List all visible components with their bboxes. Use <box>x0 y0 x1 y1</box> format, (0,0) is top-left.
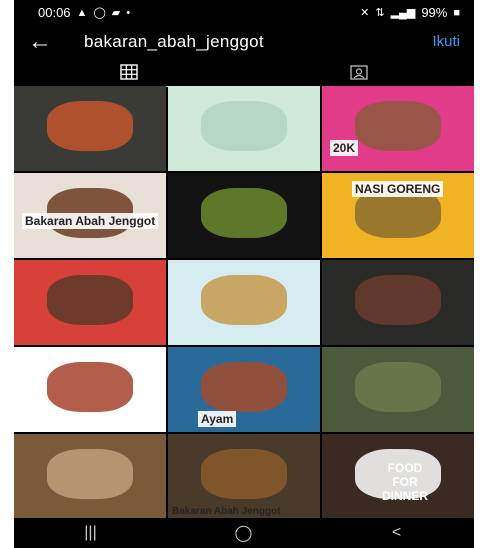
follow-button[interactable]: Ikuti <box>432 26 460 58</box>
message-icon: ▰ <box>111 7 121 19</box>
back-button[interactable]: < <box>320 518 473 548</box>
mute-icon: ✕ <box>360 7 370 19</box>
food-image <box>201 275 287 325</box>
profile-username: bakaran_abah_jenggot <box>84 32 264 51</box>
post-caption: FOOD FOR DINNER <box>381 461 428 503</box>
post-caption: Bakaran Abah Jenggot <box>22 213 159 229</box>
recents-icon: ||| <box>84 524 97 541</box>
phone-screen: 00:06 ▲ ◯ ▰ • ✕ ⇅ ▂▄▆ 99% ■ ← bakaran_ab… <box>14 0 474 548</box>
food-image <box>47 101 133 151</box>
post-thumbnail[interactable] <box>14 434 166 518</box>
post-thumbnail[interactable] <box>322 347 474 432</box>
food-image <box>201 362 287 412</box>
food-image <box>201 188 287 238</box>
post-thumbnail[interactable] <box>168 260 320 345</box>
food-image <box>47 449 133 499</box>
post-thumbnail[interactable]: Ayam <box>168 347 320 432</box>
whatsapp-icon: ◯ <box>93 7 106 19</box>
post-thumbnail[interactable]: FOOD FOR DINNER <box>322 434 474 518</box>
post-caption: NASI GORENG <box>352 181 444 197</box>
app-bar: ← bakaran_abah_jenggot Ikuti <box>14 26 474 58</box>
battery-icon: ■ <box>453 6 460 19</box>
status-bar: 00:06 ▲ ◯ ▰ • ✕ ⇅ ▂▄▆ 99% ■ <box>14 0 474 26</box>
tab-grid[interactable] <box>14 58 244 87</box>
post-thumbnail[interactable]: NASI GORENG <box>322 173 474 258</box>
post-thumbnail[interactable]: 20K <box>322 86 474 171</box>
post-caption: 20K <box>330 140 359 156</box>
post-thumbnail[interactable] <box>14 347 166 432</box>
warning-icon: ▲ <box>76 6 88 19</box>
food-image <box>47 362 133 412</box>
profile-tabs <box>14 58 474 87</box>
food-image <box>47 275 133 325</box>
food-image <box>355 275 441 325</box>
clock: 00:06 <box>38 5 71 20</box>
data-icon: ⇅ <box>375 7 385 19</box>
post-thumbnail[interactable] <box>322 260 474 345</box>
status-left: 00:06 ▲ ◯ ▰ • <box>38 5 130 20</box>
tab-tagged[interactable] <box>244 58 474 86</box>
food-image <box>201 101 287 151</box>
home-icon: ◯ <box>234 525 253 542</box>
home-button[interactable]: ◯ <box>167 518 320 548</box>
post-caption: Ayam <box>198 411 237 427</box>
post-thumbnail[interactable] <box>14 86 166 171</box>
post-thumbnail[interactable] <box>14 260 166 345</box>
recents-button[interactable]: ||| <box>14 518 167 548</box>
post-thumbnail[interactable]: Bakaran Abah Jenggot <box>14 173 166 258</box>
post-thumbnail[interactable] <box>168 86 320 171</box>
signal-icon: ▂▄▆ <box>390 7 416 19</box>
status-right: ✕ ⇅ ▂▄▆ 99% ■ <box>360 5 460 20</box>
back-arrow-icon[interactable]: ← <box>28 26 52 58</box>
dot-icon: • <box>126 6 131 19</box>
food-image <box>355 362 441 412</box>
back-icon: < <box>391 524 402 541</box>
post-thumbnail[interactable] <box>168 173 320 258</box>
post-grid: 20K Bakaran Abah Jenggot NASI GORENG Ayam Ba… <box>14 86 474 518</box>
system-nav-bar: ||| ◯ < <box>14 518 474 548</box>
food-image <box>355 101 441 151</box>
post-caption: Bakaran Abah Jenggot <box>172 506 281 517</box>
tagged-icon <box>350 65 368 80</box>
battery-text: 99% <box>421 5 448 20</box>
grid-icon <box>120 64 138 80</box>
post-thumbnail[interactable]: Bakaran Abah Jenggot <box>168 434 320 518</box>
food-image <box>201 449 287 499</box>
